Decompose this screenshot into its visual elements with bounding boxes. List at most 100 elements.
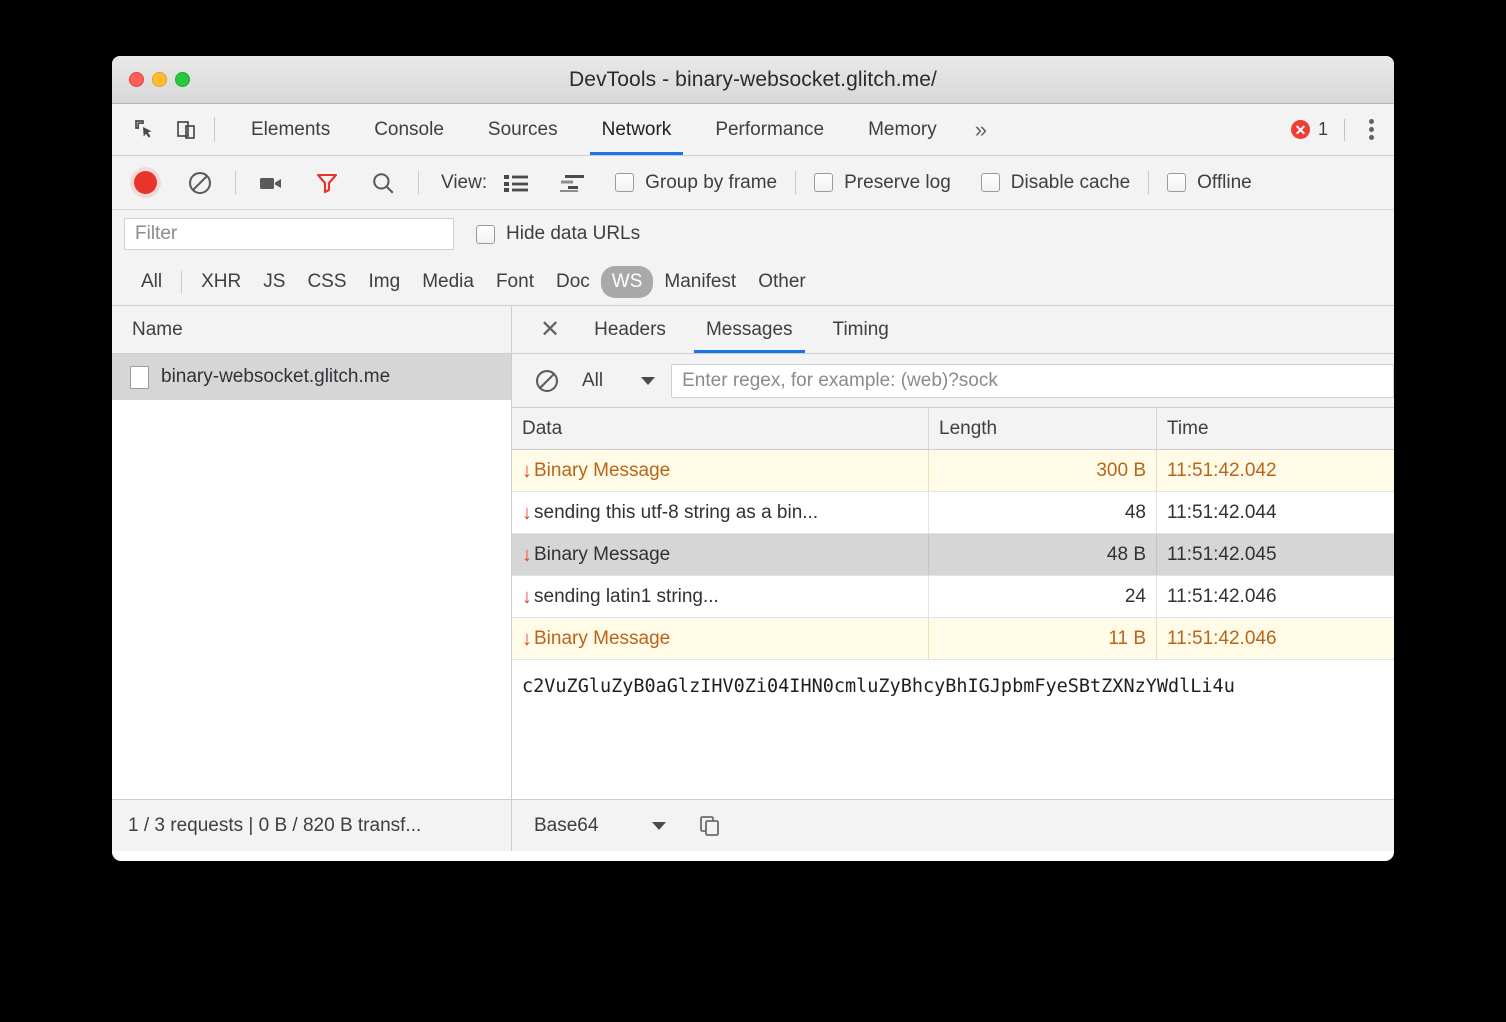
network-body: Name binary-websocket.glitch.me ✕ Header… [112,306,1394,799]
message-regex-input[interactable] [671,364,1394,398]
message-length-cell: 48 [928,492,1156,533]
kebab-menu-icon[interactable] [1361,115,1382,144]
payload-encoding-controls: Base64 [512,814,1394,838]
message-payload-preview: c2VuZGluZyB0aGlzIHV0Zi04IHN0cmluZyBhcyBh… [512,660,1394,799]
chip-manifest[interactable]: Manifest [653,266,747,298]
request-row-binary-websocket[interactable]: binary-websocket.glitch.me [112,354,511,400]
chip-img[interactable]: Img [358,266,412,298]
copy-icon[interactable] [698,814,722,838]
tab-messages[interactable]: Messages [686,306,813,353]
resource-type-filters: All XHR JS CSS Img Media Font Doc WS Man… [112,258,1394,306]
clear-messages-icon[interactable] [534,368,560,394]
record-button[interactable] [134,171,157,194]
clear-icon[interactable] [187,170,213,196]
tabstrip-tool-icons [112,104,214,155]
preserve-log-checkbox[interactable] [814,173,833,192]
chip-font[interactable]: Font [485,266,545,298]
filter-funnel-icon[interactable] [314,171,340,195]
error-count-badge[interactable]: ✕ 1 [1291,119,1342,140]
message-time-cell: 11:51:42.045 [1156,534,1394,575]
checkbox-offline[interactable]: Offline [1167,172,1252,194]
tab-console[interactable]: Console [352,104,466,155]
checkbox-hide-data-urls[interactable]: Hide data URLs [476,223,640,245]
message-time-cell: 11:51:42.046 [1156,618,1394,659]
search-icon[interactable] [370,170,396,196]
message-data-cell: ↓ sending this utf-8 string as a bin... [512,492,928,533]
table-row[interactable]: ↓ sending this utf-8 string as a bin... … [512,492,1394,534]
close-window-button[interactable] [129,72,144,87]
group-by-frame-checkbox[interactable] [615,173,634,192]
table-row[interactable]: ↓ Binary Message 11 B 11:51:42.046 [512,618,1394,660]
requests-column-header: Name [112,306,511,354]
message-data-label: sending this utf-8 string as a bin... [534,502,818,524]
tab-memory[interactable]: Memory [846,104,959,155]
waterfall-view-icon[interactable] [559,173,585,193]
chip-doc[interactable]: Doc [545,266,601,298]
preserve-log-label: Preserve log [844,172,951,194]
message-data-cell: ↓ Binary Message [512,618,928,659]
inspect-element-icon[interactable] [132,117,158,143]
disable-cache-checkbox[interactable] [981,173,1000,192]
tab-performance[interactable]: Performance [693,104,846,155]
devtools-tabstrip: Elements Console Sources Network Perform… [112,104,1394,156]
search-input[interactable] [124,218,454,250]
checkbox-group-by-frame[interactable]: Group by frame [615,172,777,194]
message-length-cell: 300 B [928,450,1156,491]
tab-network[interactable]: Network [580,104,694,155]
message-data-cell: ↓ Binary Message [512,534,928,575]
zoom-window-button[interactable] [175,72,190,87]
message-length-cell: 24 [928,576,1156,617]
checkbox-disable-cache[interactable]: Disable cache [981,172,1130,194]
offline-checkbox[interactable] [1167,173,1186,192]
minimize-window-button[interactable] [152,72,167,87]
table-row[interactable]: ↓ Binary Message 48 B 11:51:42.045 [512,534,1394,576]
message-time-cell: 11:51:42.044 [1156,492,1394,533]
incoming-arrow-icon: ↓ [522,629,532,649]
camera-icon[interactable] [258,172,284,194]
close-icon[interactable]: ✕ [526,306,574,353]
message-time-cell: 11:51:42.042 [1156,450,1394,491]
device-toolbar-icon[interactable] [174,117,200,143]
devtools-window: DevTools - binary-websocket.glitch.me/ E… [112,56,1394,861]
message-filter-bar: All [512,354,1394,408]
message-time-cell: 11:51:42.046 [1156,576,1394,617]
chevron-down-icon [641,377,655,385]
toolbar-divider-2 [418,171,419,195]
hide-data-urls-checkbox[interactable] [476,225,495,244]
window-titlebar: DevTools - binary-websocket.glitch.me/ [112,56,1394,104]
column-header-data[interactable]: Data [512,408,928,449]
message-data-cell: ↓ sending latin1 string... [512,576,928,617]
filter-row: Hide data URLs [112,210,1394,258]
chip-xhr[interactable]: XHR [190,266,252,298]
tab-timing[interactable]: Timing [813,306,909,353]
message-type-value: All [582,370,603,392]
tab-elements[interactable]: Elements [229,104,352,155]
column-header-time[interactable]: Time [1156,408,1394,449]
detail-pane: ✕ Headers Messages Timing All Data Lengt [512,306,1394,799]
list-view-icon[interactable] [503,173,529,193]
table-row[interactable]: ↓ sending latin1 string... 24 11:51:42.0… [512,576,1394,618]
chip-ws[interactable]: WS [601,266,654,298]
table-row[interactable]: ↓ Binary Message 300 B 11:51:42.042 [512,450,1394,492]
encoding-select[interactable]: Base64 [534,815,666,837]
tab-sources[interactable]: Sources [466,104,580,155]
chip-js[interactable]: JS [252,266,296,298]
column-header-length[interactable]: Length [928,408,1156,449]
more-tabs-icon[interactable]: » [959,104,1003,155]
messages-table: Data Length Time ↓ Binary Message 300 B … [512,408,1394,799]
encoding-value: Base64 [534,815,598,837]
checkbox-preserve-log[interactable]: Preserve log [814,172,951,194]
message-length-cell: 11 B [928,618,1156,659]
status-bar: 1 / 3 requests | 0 B / 820 B transf... B… [112,799,1394,851]
message-length-cell: 48 B [928,534,1156,575]
chip-css[interactable]: CSS [296,266,357,298]
window-title: DevTools - binary-websocket.glitch.me/ [112,68,1394,92]
tab-headers[interactable]: Headers [574,306,686,353]
error-icon: ✕ [1291,120,1310,139]
chip-other[interactable]: Other [747,266,817,298]
message-type-select[interactable]: All [582,370,655,392]
request-name-label: binary-websocket.glitch.me [161,366,390,388]
chip-media[interactable]: Media [411,266,485,298]
chip-all[interactable]: All [130,266,173,298]
toolbar-divider-4 [1148,171,1149,195]
